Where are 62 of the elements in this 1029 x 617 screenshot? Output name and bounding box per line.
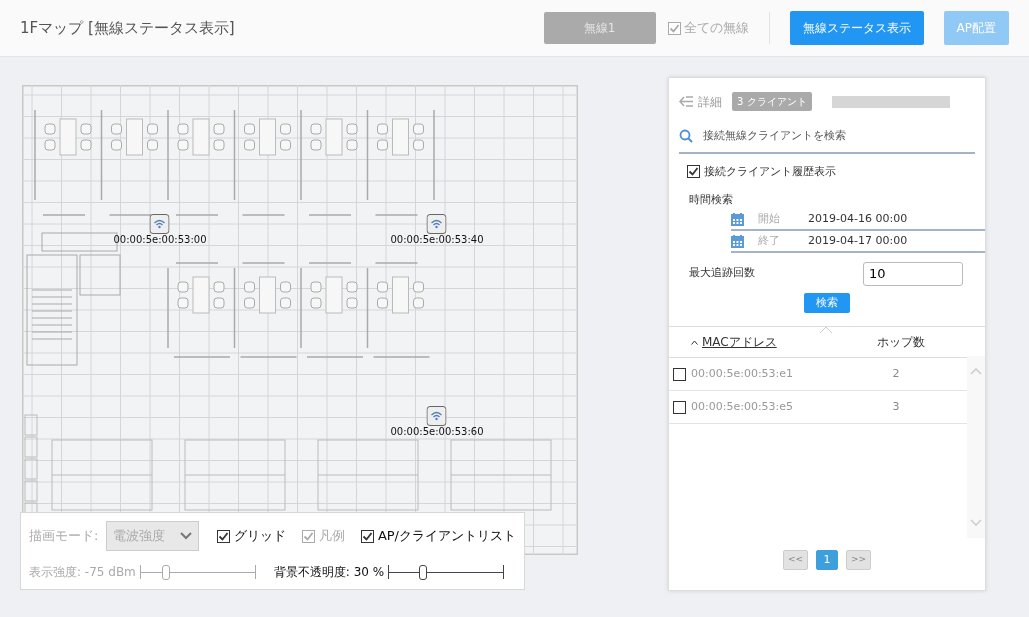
access-point-icon — [427, 406, 447, 426]
search-field[interactable]: 接続無線クライアントを検索 — [701, 127, 961, 146]
date-label: 終了 — [758, 233, 781, 250]
max-trace-label: 最大追跡回数 — [689, 265, 755, 282]
scrollbar[interactable] — [967, 356, 985, 538]
desk-with-chairs-drawing — [377, 276, 424, 314]
checkbox[interactable] — [216, 529, 230, 543]
desk-with-chairs-drawing — [244, 276, 291, 314]
client-count-badge: 3 クライアント — [732, 92, 812, 111]
checkbox-label: AP/クライアントリスト — [377, 527, 516, 546]
access-point-icon — [150, 214, 170, 234]
slider-thumb[interactable] — [419, 565, 428, 580]
calendar-icon — [731, 235, 744, 248]
chevron-down-icon — [179, 532, 192, 540]
access-point-label: 00:00:5e:00:53:40 — [390, 234, 484, 245]
previous-page-button[interactable]: << — [782, 550, 808, 570]
desk-with-chairs-drawing — [111, 118, 158, 156]
desk-with-chairs-drawing — [44, 118, 92, 156]
slider-label: 表示強度: -75 dBm — [29, 564, 136, 581]
date-value[interactable]: 2019-04-16 00:00 — [808, 211, 908, 228]
search-button[interactable]: 検索 — [804, 292, 850, 313]
slider-label: 背景不透明度: 30 % — [273, 564, 385, 581]
checkbox[interactable] — [687, 165, 700, 179]
table-cell-text: 00:00:5e:00:53:e1 — [691, 365, 795, 382]
collapse-arrow-icon — [679, 96, 694, 107]
desk-with-chairs-drawing — [177, 118, 225, 156]
column-header[interactable]: MACアドレス — [702, 333, 777, 351]
next-page-button[interactable]: >> — [846, 550, 872, 570]
desk-with-chairs-drawing — [377, 118, 424, 156]
desk-with-chairs-drawing — [310, 276, 358, 314]
room-outline — [79, 254, 121, 296]
checkbox-label: 凡例 — [318, 527, 345, 546]
scroll-down-icon — [970, 519, 982, 526]
search-icon — [679, 129, 693, 144]
date-value[interactable]: 2019-04-17 00:00 — [808, 233, 908, 250]
page-title: 1Fマップ [無線ステータス表示] — [20, 17, 235, 39]
table-cell-text: 2 — [891, 365, 901, 382]
checkbox-label: 全ての無線 — [683, 19, 749, 38]
status-view-button[interactable]: 無線ステータス表示 — [789, 11, 924, 45]
panel-title: 詳細 — [698, 93, 722, 111]
desk-with-chairs-drawing — [177, 276, 225, 314]
row-checkbox[interactable] — [673, 400, 686, 414]
checkbox-label: グリッド — [233, 527, 286, 546]
page-button[interactable]: 1 — [816, 550, 838, 570]
max-trace-input[interactable]: 10 — [863, 261, 963, 286]
pointer-notch-icon — [819, 326, 833, 334]
desk-with-chairs-drawing — [244, 118, 291, 156]
checkbox-label: 接続クライアント履歴表示 — [704, 163, 836, 180]
access-point-icon — [427, 214, 447, 234]
date-label: 開始 — [758, 211, 781, 228]
desk-with-chairs-drawing — [310, 118, 358, 156]
table-cell-text: 3 — [891, 398, 901, 415]
mode-label: 描画モード: — [29, 527, 99, 546]
scroll-up-icon — [970, 368, 982, 375]
row-checkbox[interactable] — [673, 367, 686, 381]
column-header[interactable]: ホップ数 — [877, 333, 925, 351]
checkbox[interactable] — [360, 529, 374, 543]
access-point-label: 00:00:5e:00:53:60 — [390, 426, 484, 437]
access-point-label: 00:00:5e:00:53:00 — [113, 234, 207, 245]
calendar-icon — [731, 213, 744, 226]
time-search-label: 時間検索 — [689, 192, 734, 208]
table-cell-text: 00:00:5e:00:53:e5 — [691, 398, 795, 415]
